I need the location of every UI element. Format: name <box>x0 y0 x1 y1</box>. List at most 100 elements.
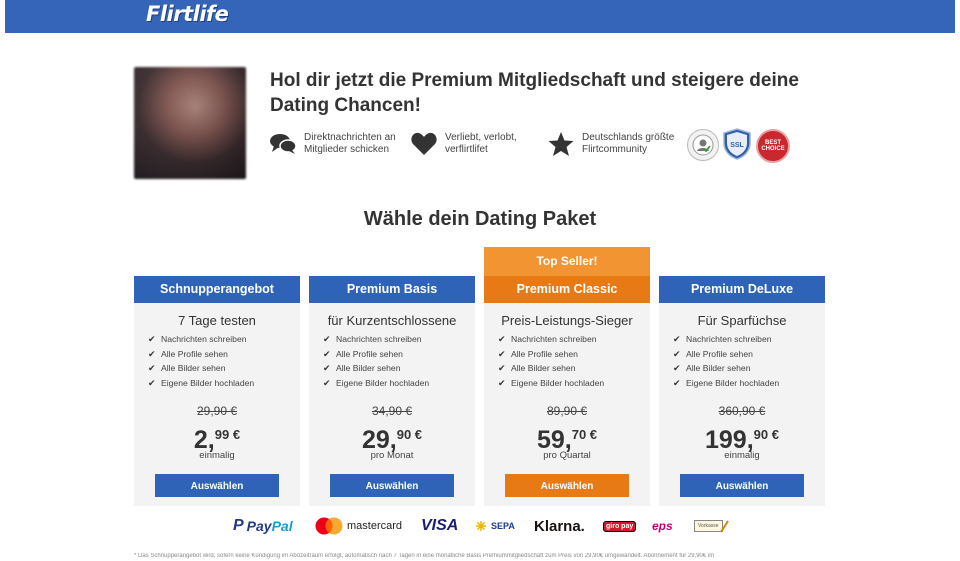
feature-item: ✔ Nachrichten schreiben <box>323 332 475 347</box>
checkmark-icon: ✔ <box>673 348 681 359</box>
package-subtitle: Preis-Leistungs-Sieger <box>501 313 633 328</box>
feature-item-label: Eigene Bilder hochladen <box>511 377 605 388</box>
feature-community-text: Deutschlands größte Flirtcommunity <box>582 132 675 155</box>
feature-item-label: Alle Profile sehen <box>161 348 228 359</box>
payment-methods: P Pay Pal mastercard VISA SEPA Klarna. gir… <box>0 515 960 537</box>
package-name: Premium DeLuxe <box>659 276 825 303</box>
page-headline: Hol dir jetzt die Premium Mitgliedschaft… <box>270 70 799 116</box>
feature-item: ✔ Alle Profile sehen <box>323 347 475 362</box>
package-name: Schnupperangebot <box>134 276 300 303</box>
feature-item-label: Eigene Bilder hochladen <box>336 377 430 388</box>
old-price: 34,90 € <box>371 404 413 419</box>
paypal-text-pal: Pal <box>271 518 293 534</box>
feature-item: ✔ Eigene Bilder hochladen <box>323 376 475 391</box>
feature-item: ✔ Nachrichten schreiben <box>673 332 825 347</box>
old-price: 360,90 € <box>718 404 766 419</box>
header-bar: Flirtlife <box>5 0 955 33</box>
package-features: ✔ Nachrichten schreiben ✔ Alle Profile seh… <box>498 332 650 390</box>
feature-item-label: Nachrichten schreiben <box>686 334 772 344</box>
feature-item: ✔ Nachrichten schreiben <box>498 332 650 347</box>
checkmark-icon: ✔ <box>673 363 681 374</box>
feature-item-label: Alle Profile sehen <box>511 348 578 359</box>
feature-love-text: Verliebt, verlobt, verflirtlifet <box>445 132 517 155</box>
checkmark-icon: ✔ <box>148 363 156 374</box>
checkmark-icon: ✔ <box>673 334 681 344</box>
feature-item-label: Alle Profile sehen <box>686 348 753 359</box>
paypal-p-icon: P <box>233 517 244 534</box>
feature-item-label: Alle Profile sehen <box>336 348 403 359</box>
paypal-logo: P Pay Pal <box>233 515 293 537</box>
top-seller-ribbon: Top Seller! <box>484 247 650 276</box>
price-cents: 99 € <box>214 427 241 443</box>
ssl-badge-label: SSL <box>730 142 744 149</box>
sepa-stars-icon <box>476 521 486 531</box>
chat-bubbles-icon <box>270 131 296 157</box>
flirtlife-logo[interactable]: Flirtlife <box>146 2 229 26</box>
select-package-button[interactable]: Auswählen <box>505 474 629 498</box>
feature-item: ✔ Alle Bilder sehen <box>498 361 650 376</box>
feature-item: ✔ Alle Profile sehen <box>673 347 825 362</box>
footnote: * Das Schnupperangebot wird, sofern kein… <box>134 553 715 559</box>
best-choice-badge: BEST CHOICE <box>756 129 790 163</box>
klarna-logo: Klarna. <box>534 517 585 535</box>
sepa-text: SEPA <box>491 521 515 531</box>
feature-item-label: Alle Bilder sehen <box>511 363 576 374</box>
feature-item-label: Nachrichten schreiben <box>336 334 422 344</box>
package-card-premium-basis: Premium Basis für Kurzentschlossene ✔ Nac… <box>309 276 475 506</box>
package-card-premium-deluxe: Premium DeLuxe Für Sparfüchse ✔ Nachricht… <box>659 276 825 506</box>
checkmark-icon: ✔ <box>323 334 331 344</box>
billing-period: einmalig <box>199 450 235 462</box>
feature-item-label: Nachrichten schreiben <box>511 334 597 344</box>
visa-logo: VISA <box>421 517 459 534</box>
sepa-logo: SEPA <box>474 515 515 537</box>
package-features: ✔ Nachrichten schreiben ✔ Alle Profile seh… <box>148 332 300 390</box>
checkmark-icon: ✔ <box>323 377 331 388</box>
invoice-logo: Vorkasse <box>694 515 729 537</box>
best-choice-badge-label: BEST CHOICE <box>761 140 785 152</box>
checkmark-icon: ✔ <box>323 348 331 359</box>
package-card-premium-classic: Premium Classic Preis-Leistungs-Sieger ✔… <box>484 276 650 506</box>
feature-community: Deutschlands größte Flirtcommunity <box>548 131 692 157</box>
package-subtitle: für Kurzentschlossene <box>327 313 457 328</box>
feature-item-label: Eigene Bilder hochladen <box>686 377 780 388</box>
old-price: 89,90 € <box>546 404 588 419</box>
billing-period: einmalig <box>724 450 760 462</box>
section-title: Wähle dein Dating Paket <box>363 208 597 230</box>
feature-item: ✔ Alle Profile sehen <box>148 347 300 362</box>
feature-item: ✔ Alle Bilder sehen <box>673 361 825 376</box>
feature-item-label: Alle Bilder sehen <box>336 363 401 374</box>
select-package-button[interactable]: Auswählen <box>680 474 804 498</box>
feature-item-label: Alle Bilder sehen <box>161 363 226 374</box>
feature-item: ✔ Alle Profile sehen <box>498 347 650 362</box>
mastercard-logo: mastercard <box>315 515 402 537</box>
feature-item: ✔ Eigene Bilder hochladen <box>673 376 825 391</box>
select-package-button[interactable]: Auswählen <box>155 474 279 498</box>
old-price: 29,90 € <box>196 404 238 419</box>
price-cents: 90 € <box>396 427 423 443</box>
checkmark-icon: ✔ <box>148 334 156 344</box>
feature-messages-text: Direktnachrichten an Mitglieder schicken <box>304 132 396 155</box>
price-cents: 70 € <box>571 427 598 443</box>
package-features: ✔ Nachrichten schreiben ✔ Alle Profile seh… <box>673 332 825 390</box>
checkmark-icon: ✔ <box>498 363 506 374</box>
verified-profile-badge <box>687 129 719 161</box>
feature-item-label: Nachrichten schreiben <box>161 334 247 344</box>
package-name: Premium Basis <box>309 276 475 303</box>
package-subtitle: Für Sparfüchse <box>697 313 787 328</box>
checkmark-icon: ✔ <box>498 377 506 388</box>
checkmark-icon: ✔ <box>323 363 331 374</box>
giropay-text: giro pay <box>603 520 637 532</box>
ssl-shield-badge: SSL <box>722 128 752 160</box>
billing-period: pro Monat <box>370 450 414 462</box>
mastercard-circles-icon <box>315 517 343 535</box>
feature-item-label: Eigene Bilder hochladen <box>161 377 255 388</box>
select-package-button[interactable]: Auswählen <box>330 474 454 498</box>
paypal-text-pay: Pay <box>246 518 272 534</box>
feature-item: ✔ Eigene Bilder hochladen <box>148 376 300 391</box>
feature-item: ✔ Nachrichten schreiben <box>148 332 300 347</box>
feature-item-label: Alle Bilder sehen <box>686 363 751 374</box>
pen-icon <box>719 520 729 533</box>
checkmark-icon: ✔ <box>498 348 506 359</box>
giropay-logo: giro pay <box>603 515 637 537</box>
feature-item: ✔ Alle Bilder sehen <box>323 361 475 376</box>
